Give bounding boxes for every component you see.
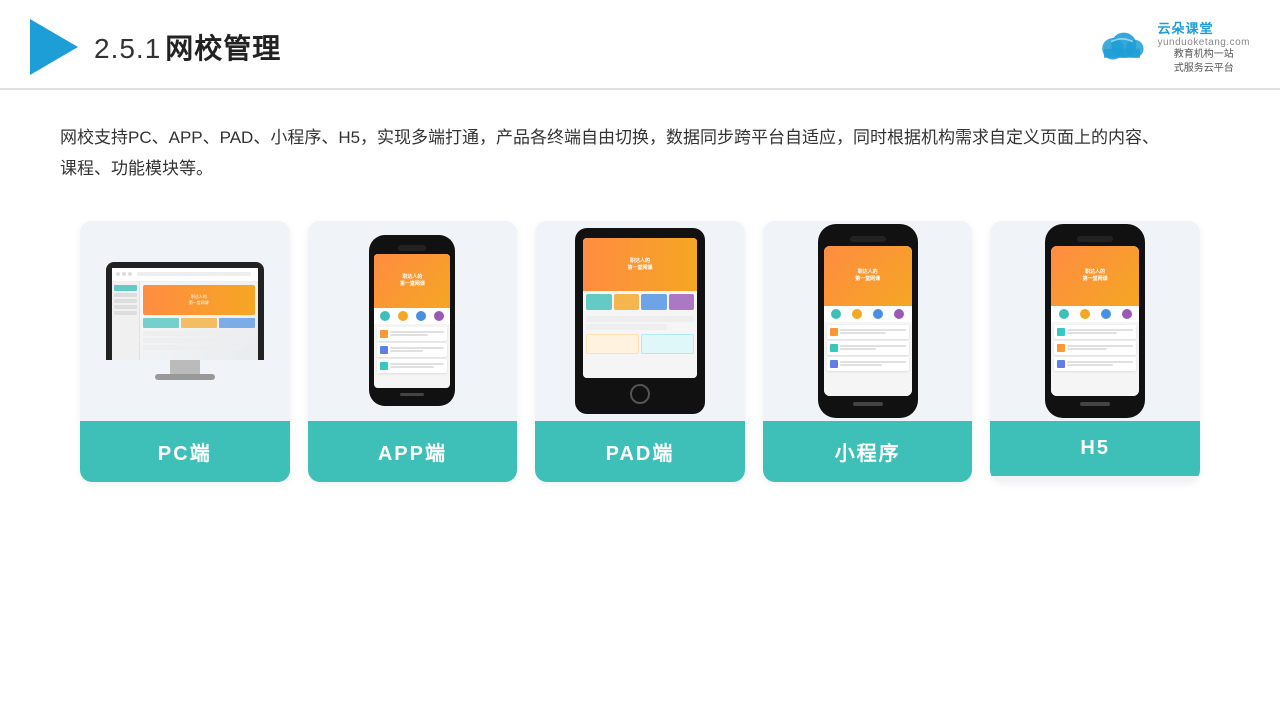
card-app-image: 职达人的第一堂网课 [308,221,518,421]
card-app-label: APP端 [308,421,518,482]
phone-screen: 职达人的第一堂网课 [824,246,912,396]
card-pad-image: 职达人的第一堂网课 [535,221,745,421]
brand-url-text: yunduoketang.com [1157,37,1250,48]
brand-info: 云朵课堂 yunduoketang.com 教育机构一站式服务云平台 [1157,18,1250,76]
section-number: 2.5.1 [94,33,161,64]
page-title: 2.5.1网校管理 [94,27,281,67]
brand-logo: 云朵课堂 yunduoketang.com 教育机构一站式服务云平台 [1095,18,1250,76]
app-phone-screen: 职达人的第一堂网课 [374,254,450,388]
content-area: 网校支持PC、APP、PAD、小程序、H5，实现多端打通，产品各终端自由切换，数… [0,90,1280,502]
title-text: 网校管理 [165,33,281,64]
description-text: 网校支持PC、APP、PAD、小程序、H5，实现多端打通，产品各终端自由切换，数… [60,122,1160,185]
header: 2.5.1网校管理 云朵课堂 yunduoketang.com 教育机构一站式服… [0,0,1280,90]
cloud-svg-icon [1095,29,1149,65]
card-pc-image: 职达人的第一堂网课 [80,221,290,421]
tablet-outer: 职达人的第一堂网课 [575,228,705,414]
h5-phone-notch [1077,236,1113,242]
card-pad: 职达人的第一堂网课 [535,221,745,482]
h5-phone-screen: 职达人的第一堂网课 [1051,246,1139,396]
app-phone-device: 职达人的第一堂网课 [369,235,455,406]
device-cards-area: 职达人的第一堂网课 [60,221,1220,482]
card-app: 职达人的第一堂网课 [308,221,518,482]
pc-monitor-device: 职达人的第一堂网课 [106,262,264,380]
app-phone-notch [398,245,426,251]
brand-name-text: 云朵课堂 [1157,18,1250,37]
card-mini-image: 职达人的第一堂网课 [763,221,973,421]
tablet-screen: 职达人的第一堂网课 [583,238,697,378]
header-left: 2.5.1网校管理 [30,19,281,75]
phone-bottom-bar [853,402,883,406]
tablet-device-widget: 职达人的第一堂网课 [575,228,705,414]
monitor-stand [170,360,200,374]
monitor-base [155,374,215,380]
h5-phone-bottom-bar [1080,402,1110,406]
card-pc-label: PC端 [80,421,290,482]
card-pad-label: PAD端 [535,421,745,482]
card-h5: 职达人的第一堂网课 [990,221,1200,482]
card-h5-label: H5 [990,421,1200,476]
mini-phone-device: 职达人的第一堂网课 [818,224,918,418]
h5-phone-device: 职达人的第一堂网课 [1045,224,1145,418]
card-h5-image: 职达人的第一堂网课 [990,221,1200,421]
monitor-outer: 职达人的第一堂网课 [106,262,264,360]
card-mini-label: 小程序 [763,421,973,482]
phone-notch [850,236,886,242]
logo-triangle-icon [30,19,78,75]
app-phone-bottom [400,393,424,396]
brand-slogan-text: 教育机构一站式服务云平台 [1157,48,1250,76]
card-pc: 职达人的第一堂网课 [80,221,290,482]
tablet-home-button [630,384,650,404]
card-mini: 职达人的第一堂网课 [763,221,973,482]
monitor-screen: 职达人的第一堂网课 [112,268,258,360]
